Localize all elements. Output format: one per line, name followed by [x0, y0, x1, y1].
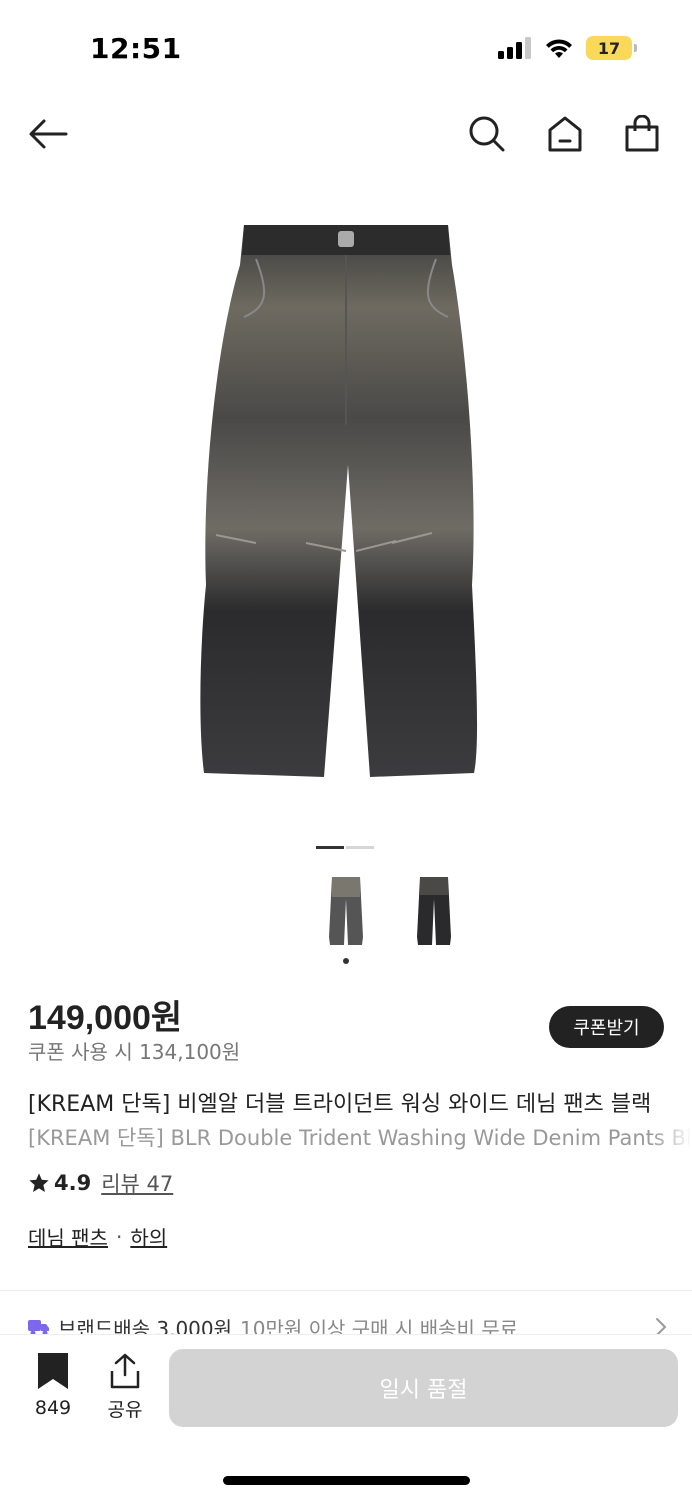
status-icons: 17: [498, 36, 637, 60]
share-label: 공유: [107, 1399, 143, 1421]
home-button[interactable]: [543, 112, 587, 156]
rating-value: 4.9: [54, 1171, 92, 1195]
rating-row: 4.9 리뷰 47: [28, 1168, 173, 1198]
wifi-icon: [546, 39, 572, 58]
status-bar: 12:51 17: [0, 0, 692, 96]
search-button[interactable]: [465, 112, 509, 156]
thumbnail-1[interactable]: [316, 872, 376, 952]
battery-indicator: 17: [586, 36, 637, 60]
star-icon: [29, 1173, 49, 1192]
thumbnail-2[interactable]: [404, 872, 464, 952]
category-breadcrumb: 데님 팬츠 · 하의: [28, 1222, 167, 1251]
top-navigation: [0, 104, 692, 164]
gallery-pager: [316, 846, 374, 849]
category-link-bottoms[interactable]: 하의: [130, 1222, 167, 1251]
share-button[interactable]: 공유: [100, 1353, 150, 1421]
category-link-denim-pants[interactable]: 데님 팬츠: [28, 1222, 108, 1251]
home-icon: [548, 116, 582, 152]
product-price: 149,000원: [28, 999, 183, 1037]
bookmark-count: 849: [34, 1397, 72, 1419]
cellular-signal-icon: [498, 37, 531, 59]
product-title-korean: [KREAM 단독] 비엘알 더블 트라이던트 워싱 와이드 데님 팬츠 블랙: [28, 1092, 652, 1117]
shopping-bag-icon: [625, 115, 659, 152]
status-time: 12:51: [90, 32, 182, 65]
search-icon: [469, 116, 505, 152]
title-fade-overlay: [652, 1080, 692, 1160]
thumbnail-selected-dot: [343, 958, 349, 964]
coupon-price: 쿠폰 사용 시 134,100원: [28, 1040, 241, 1064]
product-image-denim-pants: [200, 225, 478, 777]
thumbnail-image-pants-grey: [329, 877, 363, 945]
review-link[interactable]: 리뷰 47: [101, 1168, 173, 1198]
cart-button[interactable]: [620, 112, 664, 156]
share-icon: [110, 1353, 140, 1389]
thumbnail-strip: [0, 872, 692, 962]
product-image-gallery[interactable]: [0, 180, 692, 830]
bookmark-icon: [38, 1353, 68, 1389]
sold-out-button[interactable]: 일시 품절: [169, 1349, 678, 1427]
thumbnail-image-pants-dark: [417, 877, 451, 945]
category-separator: ·: [115, 1224, 123, 1249]
get-coupon-button[interactable]: 쿠폰받기: [549, 1006, 664, 1048]
pager-segment-active: [316, 846, 344, 849]
back-arrow-icon: [29, 119, 68, 149]
back-button[interactable]: [26, 112, 70, 156]
home-indicator: [223, 1476, 470, 1485]
pager-segment: [346, 846, 374, 849]
product-title-english: [KREAM 단독] BLR Double Trident Washing Wi…: [28, 1126, 692, 1150]
battery-level: 17: [597, 38, 621, 58]
bookmark-button[interactable]: 849: [28, 1353, 78, 1419]
section-divider: [0, 1290, 692, 1291]
